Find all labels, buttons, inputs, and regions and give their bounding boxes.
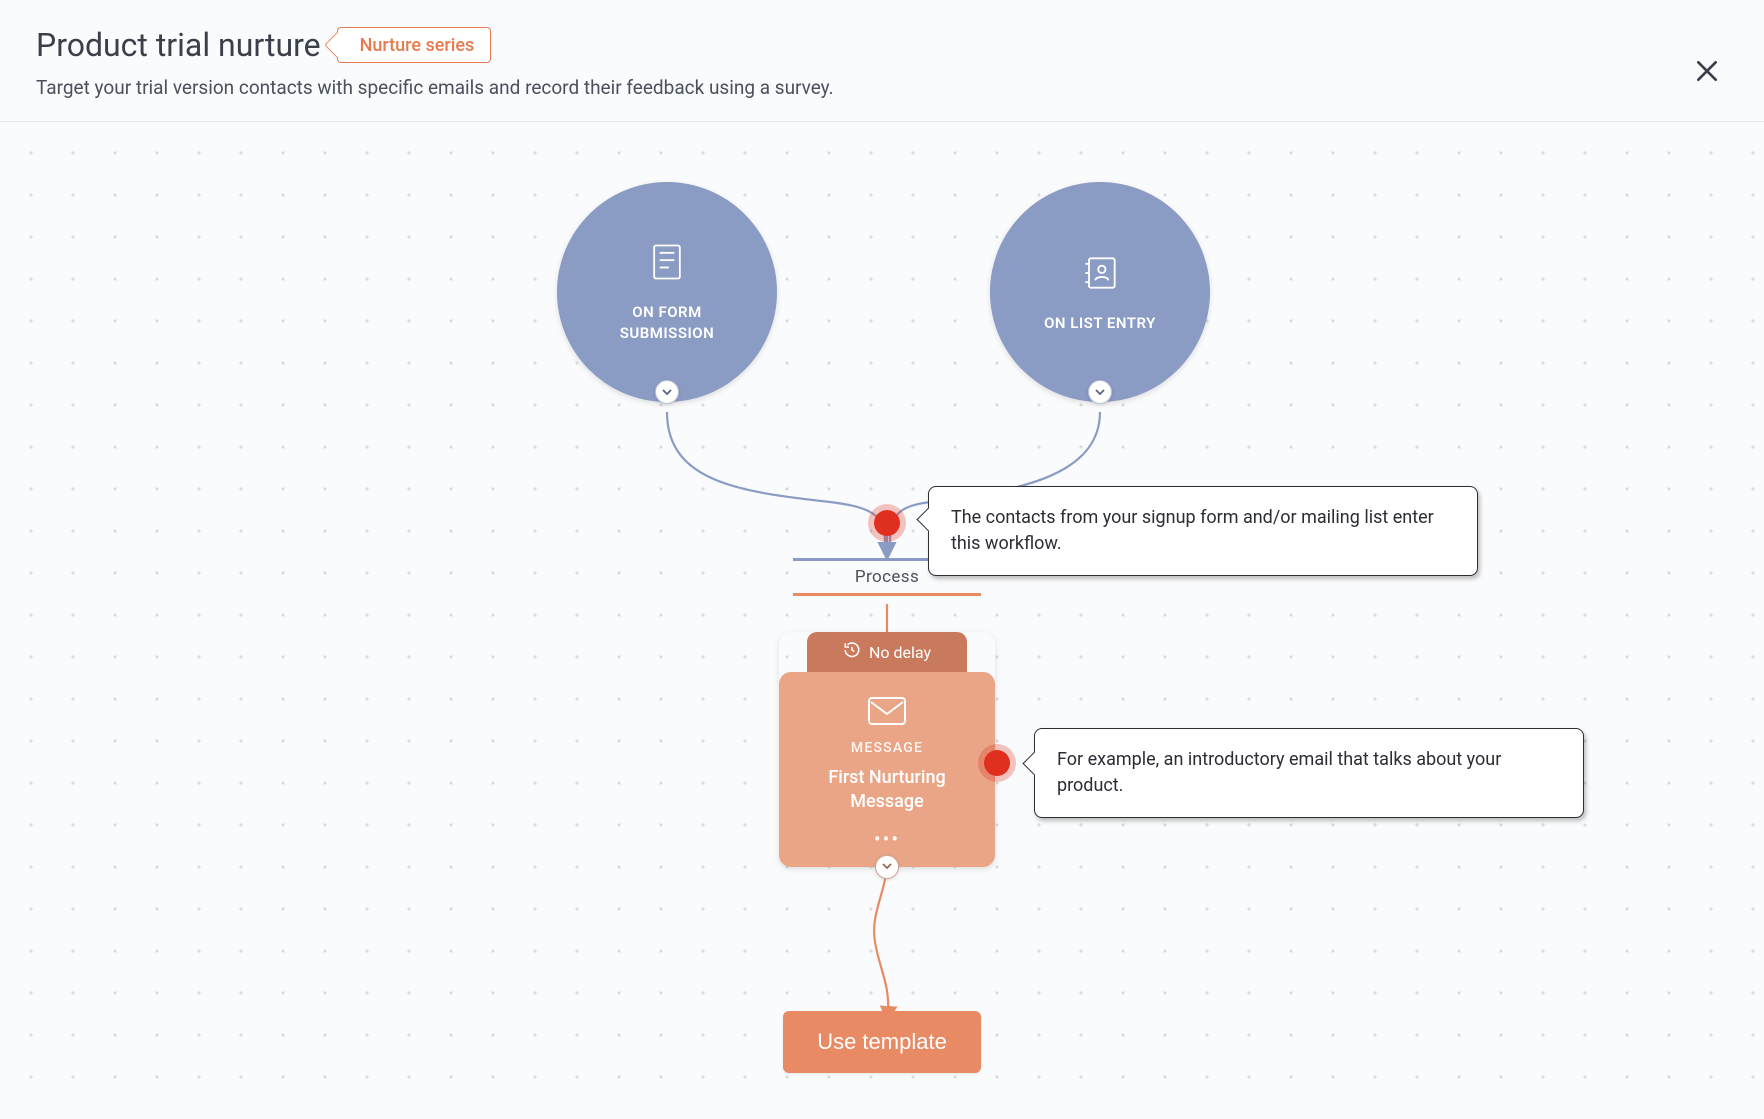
chevron-down-icon — [881, 857, 893, 876]
trigger-node-form-submission[interactable]: ON FORM SUBMISSION — [557, 182, 777, 402]
callout-entry: The contacts from your signup form and/o… — [928, 486, 1478, 576]
action-title: First Nurturing Message — [797, 766, 977, 815]
trigger-label: ON LIST ENTRY — [1016, 313, 1184, 334]
callout-text: For example, an introductory email that … — [1057, 749, 1501, 796]
form-icon — [645, 240, 689, 288]
page-subtitle: Target your trial version contacts with … — [36, 76, 1728, 99]
series-tag[interactable]: Nurture series — [337, 27, 492, 63]
envelope-icon — [867, 711, 907, 730]
highlight-marker-entry — [874, 510, 900, 536]
page-title: Product trial nurture — [36, 26, 321, 64]
contact-list-icon — [1078, 251, 1122, 299]
use-template-button[interactable]: Use template — [783, 1011, 981, 1073]
callout-text: The contacts from your signup form and/o… — [951, 507, 1434, 554]
chevron-down-icon — [661, 383, 673, 402]
more-options[interactable]: ••• — [797, 827, 977, 851]
trigger-node-list-entry[interactable]: ON LIST ENTRY — [990, 182, 1210, 402]
connector-handle[interactable] — [875, 855, 899, 879]
trigger-label: ON FORM SUBMISSION — [557, 302, 777, 344]
clock-history-icon — [843, 641, 861, 663]
delay-pill[interactable]: No delay — [807, 632, 967, 672]
action-type-label: MESSAGE — [797, 740, 977, 756]
workflow-canvas[interactable]: ON FORM SUBMISSION — [0, 122, 1764, 1101]
close-button[interactable] — [1694, 58, 1720, 88]
chevron-down-icon — [1094, 383, 1106, 402]
highlight-marker-message — [984, 750, 1010, 776]
action-node-message[interactable]: No delay MESSAGE First Nurturing Message… — [779, 632, 995, 867]
connector-handle[interactable] — [1088, 380, 1112, 404]
close-icon — [1694, 69, 1720, 88]
connector-lines — [0, 122, 1764, 1101]
cta-bar: Use template — [0, 1011, 1764, 1073]
callout-message: For example, an introductory email that … — [1034, 728, 1584, 818]
more-horizontal-icon: ••• — [874, 827, 900, 851]
header: Product trial nurture Nurture series Tar… — [0, 0, 1764, 122]
delay-label: No delay — [869, 643, 931, 662]
connector-handle[interactable] — [655, 380, 679, 404]
